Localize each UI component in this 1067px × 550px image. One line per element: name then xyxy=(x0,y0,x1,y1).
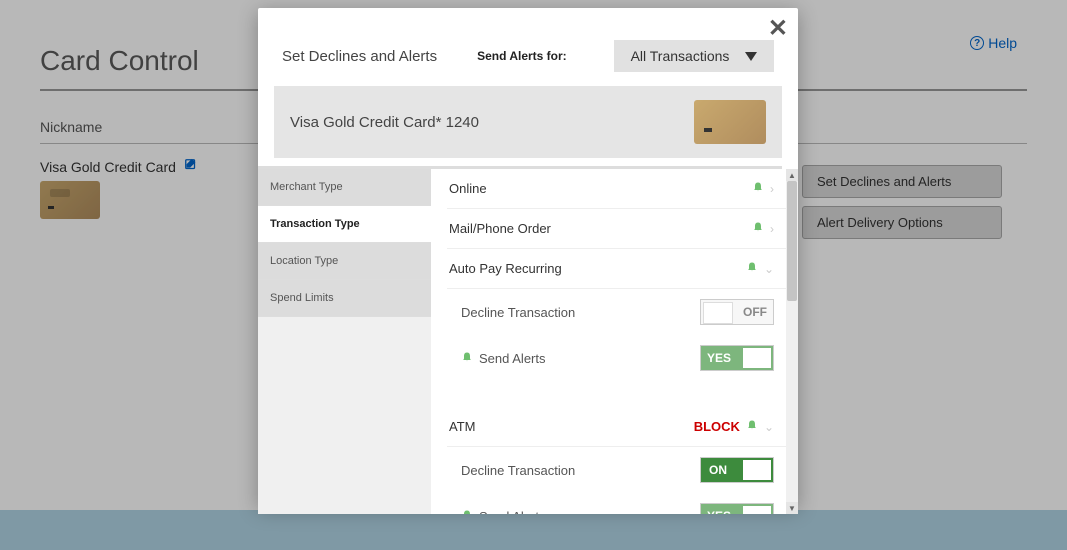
tab-spend-limits[interactable]: Spend Limits xyxy=(258,280,431,317)
row-mail-phone[interactable]: Mail/Phone Order › xyxy=(447,209,794,249)
row-label: Online xyxy=(449,181,487,196)
decline-label: Decline Transaction xyxy=(461,463,575,478)
tab-merchant-type[interactable]: Merchant Type xyxy=(258,169,431,206)
send-alerts-label: Send Alerts xyxy=(479,509,546,515)
send-alerts-toggle[interactable]: YES xyxy=(700,345,774,371)
row-label: Mail/Phone Order xyxy=(449,221,551,236)
bell-icon xyxy=(752,221,764,236)
chevron-down-icon: ⌄ xyxy=(764,420,774,434)
send-alerts-row: Send Alerts YES xyxy=(447,335,794,381)
send-alerts-for-label: Send Alerts for: xyxy=(477,49,567,63)
dropdown-value: All Transactions xyxy=(631,48,730,64)
scroll-thumb[interactable] xyxy=(787,181,797,301)
decline-label: Decline Transaction xyxy=(461,305,575,320)
card-image xyxy=(694,100,766,144)
row-online[interactable]: Online › xyxy=(447,169,794,209)
scroll-up-icon[interactable]: ▲ xyxy=(786,169,798,181)
chevron-right-icon: › xyxy=(770,182,774,196)
close-icon[interactable]: ✕ xyxy=(768,14,788,43)
bell-icon xyxy=(461,509,473,515)
bell-icon xyxy=(746,261,758,276)
tab-transaction-type[interactable]: Transaction Type xyxy=(258,206,431,243)
row-label: Auto Pay Recurring xyxy=(449,261,562,276)
chevron-right-icon: › xyxy=(770,222,774,236)
content-area: Online › Mail/Phone Order › Auto Pay Rec… xyxy=(431,169,798,514)
bell-icon xyxy=(746,419,758,434)
row-auto-pay[interactable]: Auto Pay Recurring ⌄ xyxy=(447,249,794,289)
block-badge: BLOCK xyxy=(694,419,740,434)
send-alerts-label: Send Alerts xyxy=(479,351,546,366)
row-atm[interactable]: ATM BLOCK ⌄ xyxy=(447,407,794,447)
alerts-dropdown[interactable]: All Transactions xyxy=(614,40,774,72)
card-display-name: Visa Gold Credit Card* 1240 xyxy=(290,114,479,131)
bell-icon xyxy=(752,181,764,196)
chevron-down-icon xyxy=(745,52,757,61)
card-banner: Visa Gold Credit Card* 1240 xyxy=(274,86,782,158)
row-label: ATM xyxy=(449,419,475,434)
scroll-down-icon[interactable]: ▼ xyxy=(786,502,798,514)
side-tabs: Merchant Type Transaction Type Location … xyxy=(258,169,431,514)
decline-transaction-row-atm: Decline Transaction ON xyxy=(447,447,794,493)
send-alerts-row-atm: Send Alerts YES xyxy=(447,493,794,514)
decline-toggle-atm[interactable]: ON xyxy=(700,457,774,483)
modal-title: Set Declines and Alerts xyxy=(282,48,437,65)
bell-icon xyxy=(461,351,473,366)
tab-location-type[interactable]: Location Type xyxy=(258,243,431,280)
send-alerts-toggle-atm[interactable]: YES xyxy=(700,503,774,514)
chevron-down-icon: ⌄ xyxy=(764,262,774,276)
decline-toggle[interactable]: OFF xyxy=(700,299,774,325)
decline-transaction-row: Decline Transaction OFF xyxy=(447,289,794,335)
scrollbar[interactable]: ▲ ▼ xyxy=(786,169,798,514)
modal: ✕ Set Declines and Alerts Send Alerts fo… xyxy=(258,8,798,506)
